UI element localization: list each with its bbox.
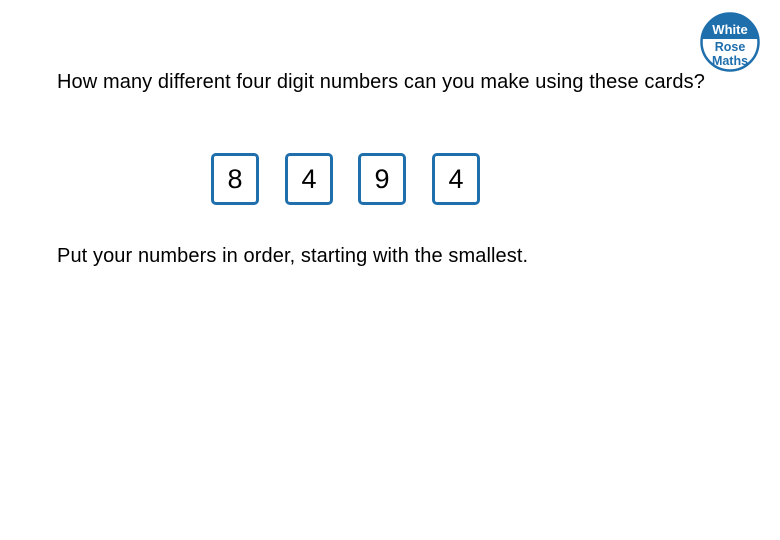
- question-text: How many different four digit numbers ca…: [57, 71, 705, 93]
- digit-card: 4: [432, 153, 480, 205]
- digit-card: 9: [358, 153, 406, 205]
- digit-card: 4: [285, 153, 333, 205]
- logo-line-2: Rose: [715, 40, 746, 54]
- digit-card: 8: [211, 153, 259, 205]
- logo-line-3: Maths: [712, 54, 748, 68]
- instruction-text: Put your numbers in order, starting with…: [57, 245, 529, 267]
- logo-line-1: White: [712, 22, 747, 37]
- white-rose-maths-logo: White Rose Maths: [700, 12, 760, 72]
